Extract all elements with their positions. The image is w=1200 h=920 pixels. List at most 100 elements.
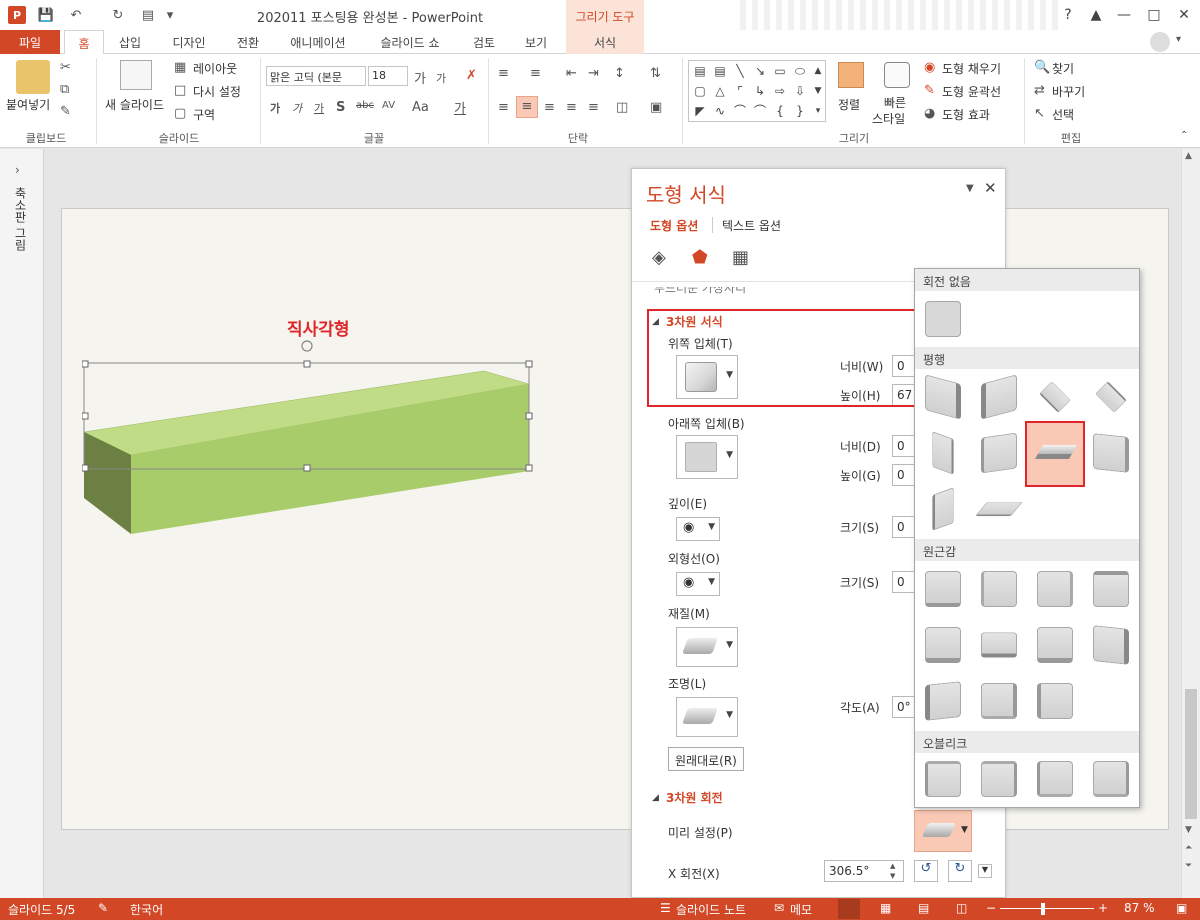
arrange-icon[interactable] (838, 62, 864, 88)
tab-text-options[interactable]: 텍스트 옵션 (722, 217, 781, 234)
brace-left-shape-icon[interactable]: { (771, 103, 789, 119)
tab-slideshow[interactable]: 슬라이드 쇼 (368, 30, 452, 54)
tab-design[interactable]: 디자인 (162, 30, 216, 54)
preset-parallel-6[interactable] (979, 432, 1019, 474)
grow-font-icon[interactable]: 가 (414, 68, 426, 87)
close-icon[interactable]: ✕ (1172, 4, 1196, 26)
preset-parallel-4[interactable] (1091, 377, 1131, 417)
reset-button[interactable]: 원래대로(R) (668, 747, 744, 771)
justify-icon[interactable]: ≡ (566, 100, 577, 115)
curve-shape-icon[interactable]: ⌒ (731, 103, 749, 119)
align-center-icon[interactable]: ≡ (516, 96, 538, 118)
shape-fill-button[interactable]: 도형 채우기 (942, 60, 1001, 77)
tab-transitions[interactable]: 전환 (226, 30, 270, 54)
account-dropdown-icon[interactable]: ▾ (1176, 34, 1181, 45)
preset-perspective-6[interactable] (979, 625, 1019, 665)
gallery-up-icon[interactable]: ▲ (809, 63, 827, 79)
numbering-icon[interactable]: ≡ (530, 66, 541, 81)
shape-outline-button[interactable]: 도형 윤곽선 (942, 83, 1001, 100)
cut-icon[interactable]: ✂ (60, 60, 71, 75)
line-spacing-icon[interactable]: ↕ (614, 66, 625, 81)
section-3d-rotation[interactable]: 3차원 회전 (666, 789, 723, 806)
columns-icon[interactable]: ◫ (616, 100, 628, 115)
thumbnail-pane-collapsed[interactable]: › 축소판 그림 (0, 149, 44, 898)
preset-perspective-3[interactable] (1035, 569, 1075, 609)
change-case-icon[interactable]: Aa (412, 100, 429, 115)
elbow-connector-icon[interactable]: ⌜ (731, 83, 749, 99)
x-rotation-spinner-icon[interactable]: ▲ ▼ (890, 861, 895, 881)
ribbon-display-icon[interactable]: ▲ (1084, 4, 1108, 26)
soft-edges-section[interactable]: 부드러운 가장자리 (654, 287, 746, 296)
strikethrough-icon[interactable]: abc (356, 100, 374, 111)
slide-sorter-icon[interactable]: ▦ (880, 901, 891, 915)
zoom-slider-thumb[interactable] (1041, 903, 1045, 915)
preset-oblique-2[interactable] (979, 759, 1019, 799)
wave-shape-icon[interactable]: ∿ (711, 103, 729, 119)
slideshow-icon[interactable]: ◫ (956, 901, 967, 915)
preset-parallel-9[interactable] (923, 487, 963, 531)
preset-parallel-5[interactable] (923, 431, 963, 475)
underline-icon[interactable]: 가 (314, 100, 324, 116)
tab-view[interactable]: 보기 (514, 30, 558, 54)
gallery-down-icon[interactable]: ▼ (809, 83, 827, 99)
fill-line-icon[interactable]: ◈ (652, 247, 666, 268)
align-right-icon[interactable]: ≡ (544, 100, 555, 115)
language-indicator[interactable]: 한국어 (130, 901, 163, 918)
preset-perspective-7[interactable] (1035, 625, 1075, 665)
textbox-shape-icon[interactable]: ▤ (691, 63, 709, 79)
slide-counter[interactable]: 슬라이드 5/5 (8, 901, 75, 918)
maximize-icon[interactable]: □ (1142, 4, 1166, 26)
select-button[interactable]: 선택 (1052, 106, 1074, 123)
text-direction-icon[interactable]: ⇅ (650, 66, 661, 81)
down-arrow-shape-icon[interactable]: ⇩ (791, 83, 809, 99)
3d-box-shape[interactable] (82, 338, 534, 540)
rectangle-shape-icon[interactable]: ▭ (771, 63, 789, 79)
italic-icon[interactable]: 가 (292, 100, 302, 116)
replace-button[interactable]: 바꾸기 (1052, 83, 1085, 100)
paste-button[interactable]: 붙여넣기 (6, 96, 50, 113)
preset-no-rotation[interactable] (923, 299, 963, 339)
quick-styles-line1[interactable]: 빠른 (884, 94, 906, 111)
font-color-icon[interactable]: 가 (454, 98, 466, 117)
help-icon[interactable]: ? (1056, 4, 1080, 26)
rotate-left-icon[interactable]: ↺ (914, 860, 938, 882)
font-name-combo[interactable]: 맑은 고딕 (본문 (266, 66, 366, 86)
preset-perspective-9[interactable] (923, 681, 963, 721)
preset-parallel-8[interactable] (1091, 433, 1131, 473)
preset-parallel-2[interactable] (979, 374, 1019, 420)
quick-styles-icon[interactable] (884, 62, 910, 88)
bullets-icon[interactable]: ≡ (498, 66, 509, 81)
preset-perspective-4[interactable] (1091, 569, 1131, 609)
smartart-icon[interactable]: ▣ (650, 100, 662, 115)
preset-perspective-2[interactable] (979, 569, 1019, 609)
preset-perspective-5[interactable] (923, 625, 963, 665)
preset-oblique-1[interactable] (923, 759, 963, 799)
zoom-in-icon[interactable]: + (1098, 901, 1108, 915)
bold-icon[interactable]: 가 (270, 100, 280, 116)
effects-pentagon-icon[interactable]: ⬟ (692, 247, 708, 268)
paste-icon[interactable] (16, 60, 50, 94)
clear-format-icon[interactable]: ✗ (466, 68, 477, 83)
rotation-presets-dropdown[interactable]: ▼ (914, 810, 972, 852)
bottom-bevel-dropdown[interactable]: ▼ (676, 435, 738, 479)
preset-perspective-8[interactable] (1091, 625, 1131, 665)
normal-view-icon[interactable] (838, 899, 860, 919)
tab-home[interactable]: 홈 (64, 30, 104, 55)
reading-view-icon[interactable]: ▤ (918, 901, 929, 915)
distributed-icon[interactable]: ≡ (588, 100, 599, 115)
tab-format[interactable]: 서식 (566, 30, 644, 54)
tab-animations[interactable]: 애니메이션 (280, 30, 356, 54)
comments-button[interactable]: 메모 (790, 901, 812, 918)
triangle-shape-icon[interactable]: △ (711, 83, 729, 99)
shape-effects-button[interactable]: 도형 효과 (942, 106, 990, 123)
align-left-icon[interactable]: ≡ (498, 100, 509, 115)
new-slide-button[interactable]: 새 슬라이드 (105, 96, 164, 113)
tab-file[interactable]: 파일 (0, 30, 60, 54)
vertical-textbox-shape-icon[interactable]: ▤ (711, 63, 729, 79)
zoom-level[interactable]: 87 % (1124, 901, 1155, 915)
scroll-up-icon[interactable]: ▲ (1185, 151, 1192, 161)
contour-color-dropdown[interactable]: ◉ ▼ (676, 572, 720, 596)
arrange-button[interactable]: 정렬 (838, 96, 860, 113)
oval-shape-icon[interactable]: ⬭ (791, 63, 809, 79)
layout-button[interactable]: 레이아웃 (193, 60, 237, 77)
